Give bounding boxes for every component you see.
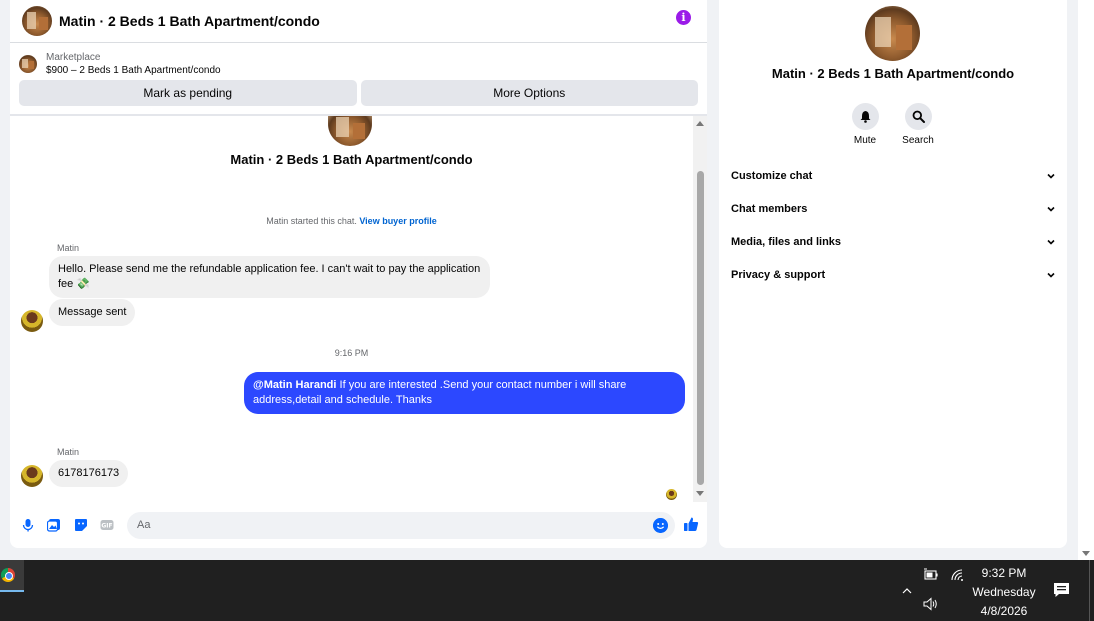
mute-button[interactable]: Mute: [840, 103, 890, 146]
scroll-thumb[interactable]: [697, 171, 704, 485]
listing-avatar[interactable]: [22, 6, 52, 36]
menu-label: Customize chat: [731, 170, 813, 182]
page-scrollbar[interactable]: [1078, 0, 1094, 560]
chevron-down-icon: [1047, 272, 1055, 278]
seen-indicator-avatar: [666, 489, 677, 500]
menu-label: Chat members: [731, 203, 808, 215]
message-timestamp: 9:16 PM: [334, 348, 369, 358]
scroll-down-arrow-icon[interactable]: [1082, 551, 1090, 556]
info-icon[interactable]: i: [676, 10, 691, 25]
hero-title: Matin · 2 Beds 1 Bath Apartment/condo: [230, 152, 473, 167]
menu-customize-chat[interactable]: Customize chat: [731, 166, 1055, 186]
hero-avatar: [328, 116, 372, 146]
marketplace-label: Marketplace: [46, 52, 101, 63]
show-desktop-button[interactable]: [1089, 560, 1090, 621]
listing-actions: Mark as pending More Options: [10, 78, 707, 106]
wifi-icon[interactable]: [950, 568, 966, 582]
chat-title[interactable]: Matin · 2 Beds 1 Bath Apartment/condo: [59, 13, 320, 29]
clock-date: 4/8/2026: [980, 604, 1028, 618]
menu-label: Privacy & support: [731, 269, 826, 281]
chat-panel: Matin · 2 Beds 1 Bath Apartment/condo i …: [10, 0, 707, 548]
bell-icon: [860, 111, 870, 123]
message-composer: GIF Aa: [10, 510, 707, 542]
view-buyer-profile-link[interactable]: View buyer profile: [359, 216, 436, 226]
search-button[interactable]: Search: [893, 103, 943, 146]
marketplace-listing-row[interactable]: Marketplace $900 – 2 Beds 1 Bath Apartme…: [10, 43, 707, 78]
menu-media-files-links[interactable]: Media, files and links: [731, 232, 1055, 252]
sender-avatar[interactable]: [21, 465, 43, 487]
notification-center-icon[interactable]: [1053, 582, 1070, 598]
side-title: Matin · 2 Beds 1 Bath Apartment/condo: [771, 66, 1015, 81]
search-icon: [912, 110, 925, 123]
photo-icon[interactable]: [47, 518, 61, 532]
conversation-info-panel: Matin · 2 Beds 1 Bath Apartment/condo Mu…: [719, 0, 1067, 548]
chrome-icon: [1, 568, 15, 582]
chevron-down-icon: [1047, 173, 1055, 179]
scroll-up-arrow-icon[interactable]: [696, 121, 704, 126]
incoming-message[interactable]: Hello. Please send me the refundable app…: [49, 256, 490, 298]
search-label: Search: [902, 135, 934, 146]
sender-name: Matin: [57, 447, 80, 457]
tray-chevron-up-icon[interactable]: [902, 586, 912, 596]
incoming-message[interactable]: 6178176173: [49, 460, 129, 487]
menu-privacy-support[interactable]: Privacy & support: [731, 265, 1055, 285]
mute-label: Mute: [853, 135, 877, 146]
mention[interactable]: @Matin Harandi: [253, 379, 336, 391]
listing-thumbnail: [19, 55, 37, 73]
chat-header: Matin · 2 Beds 1 Bath Apartment/condo i: [10, 0, 707, 43]
scroll-down-arrow-icon[interactable]: [696, 491, 704, 496]
more-options-button[interactable]: More Options: [360, 80, 698, 106]
microphone-icon[interactable]: [21, 518, 35, 532]
gif-icon[interactable]: GIF: [100, 518, 114, 532]
like-icon[interactable]: [683, 516, 699, 532]
chrome-taskbar-button[interactable]: [0, 560, 24, 592]
taskbar: 9:32 PM Wednesday 4/8/2026: [0, 560, 1094, 621]
outgoing-message[interactable]: @Matin Harandi If you are interested .Se…: [244, 372, 685, 414]
menu-chat-members[interactable]: Chat members: [731, 199, 1055, 219]
volume-icon[interactable]: [923, 597, 939, 611]
sender-avatar[interactable]: [21, 310, 43, 332]
listing-title: $900 – 2 Beds 1 Bath Apartment/condo: [46, 65, 221, 76]
sticker-icon[interactable]: [74, 518, 88, 532]
chat-started-notice: Matin started this chat. View buyer prof…: [10, 216, 693, 226]
chevron-down-icon: [1047, 239, 1055, 245]
started-text: Matin started this chat.: [266, 216, 360, 226]
mark-as-pending-button[interactable]: Mark as pending: [19, 80, 357, 106]
menu-label: Media, files and links: [731, 236, 842, 248]
clock-time: 9:32 PM: [981, 566, 1027, 580]
sender-name: Matin: [57, 243, 80, 253]
svg-text:GIF: GIF: [101, 523, 112, 530]
message-scrollbar[interactable]: [693, 116, 707, 502]
clock[interactable]: 9:32 PM Wednesday 4/8/2026: [970, 564, 1038, 621]
clock-day: Wednesday: [972, 585, 1036, 599]
chevron-down-icon: [1047, 206, 1055, 212]
message-input[interactable]: Aa: [127, 512, 675, 539]
listing-avatar-large[interactable]: [865, 6, 920, 61]
incoming-message[interactable]: Message sent: [49, 299, 136, 326]
emoji-icon[interactable]: [653, 518, 668, 533]
message-list: Matin · 2 Beds 1 Bath Apartment/condo Ma…: [10, 116, 693, 502]
battery-icon[interactable]: [923, 568, 939, 582]
